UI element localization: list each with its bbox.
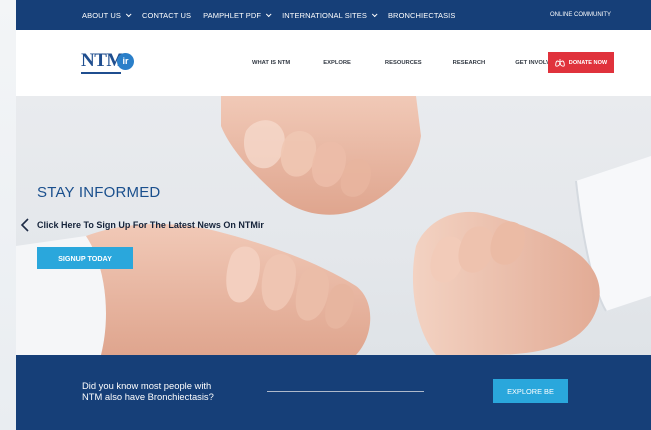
top-nav-label: BRONCHIECTASIS [387,10,456,20]
online-community-link[interactable]: ONLINE COMMUNITY [550,0,611,30]
band-message: Did you know most people with NTM also h… [82,380,262,402]
bronchiectasis-band: Did you know most people with NTM also h… [16,355,651,430]
lungs-icon [555,58,565,67]
nav-research[interactable]: RESEARCH [453,60,486,66]
chevron-down-icon [265,11,272,18]
hero-title: STAY INFORMED [37,184,161,201]
top-nav-international-sites[interactable]: INTERNATIONAL SITES [282,10,378,20]
chevron-down-icon [125,11,132,18]
explore-be-button[interactable]: EXPLORE BE [493,379,568,403]
top-nav-bronchiectasis[interactable]: BRONCHIECTASIS [388,11,456,20]
band-line-2: NTM also have Bronchiectasis? [82,391,214,402]
website-page: ABOUT US CONTACT US PAMPHLET PDF INTERNA… [16,0,651,430]
top-nav-contact-us[interactable]: CONTACT US [142,11,191,20]
nav-explore[interactable]: EXPLORE [323,60,351,66]
hero-subtitle-link[interactable]: Click Here To Sign Up For The Latest New… [37,220,264,230]
nav-resources[interactable]: RESOURCES [385,60,422,66]
top-nav-label: INTERNATIONAL SITES [282,10,367,20]
main-header: NTM ir WHAT IS NTM EXPLORE RESOURCES RES… [16,30,651,96]
ntmir-logo[interactable]: NTM ir [81,50,137,76]
band-divider [267,391,424,392]
top-utility-bar: ABOUT US CONTACT US PAMPHLET PDF INTERNA… [16,0,651,30]
band-line-1: Did you know most people with [82,380,212,391]
logo-underline [81,72,121,74]
top-nav-label: PAMPHLET PDF [203,10,262,20]
top-nav-about-us[interactable]: ABOUT US [82,10,132,20]
chevron-down-icon [371,11,378,18]
logo-badge: ir [117,53,134,70]
page-gutter [0,0,16,430]
donate-label: DONATE NOW [568,59,608,66]
chevron-left-icon[interactable] [20,218,30,232]
signup-today-button[interactable]: SIGNUP TODAY [37,247,133,269]
donate-now-button[interactable]: DONATE NOW [548,52,614,73]
top-nav-label: CONTACT US [142,10,192,20]
main-nav: WHAT IS NTM EXPLORE RESOURCES RESEARCH G… [252,30,558,96]
nav-what-is-ntm[interactable]: WHAT IS NTM [252,60,290,66]
top-nav: ABOUT US CONTACT US PAMPHLET PDF INTERNA… [82,0,455,30]
top-nav-label: ABOUT US [82,10,122,20]
top-nav-pamphlet-pdf[interactable]: PAMPHLET PDF [203,10,272,20]
hero-banner: STAY INFORMED Click Here To Sign Up For … [16,96,651,355]
